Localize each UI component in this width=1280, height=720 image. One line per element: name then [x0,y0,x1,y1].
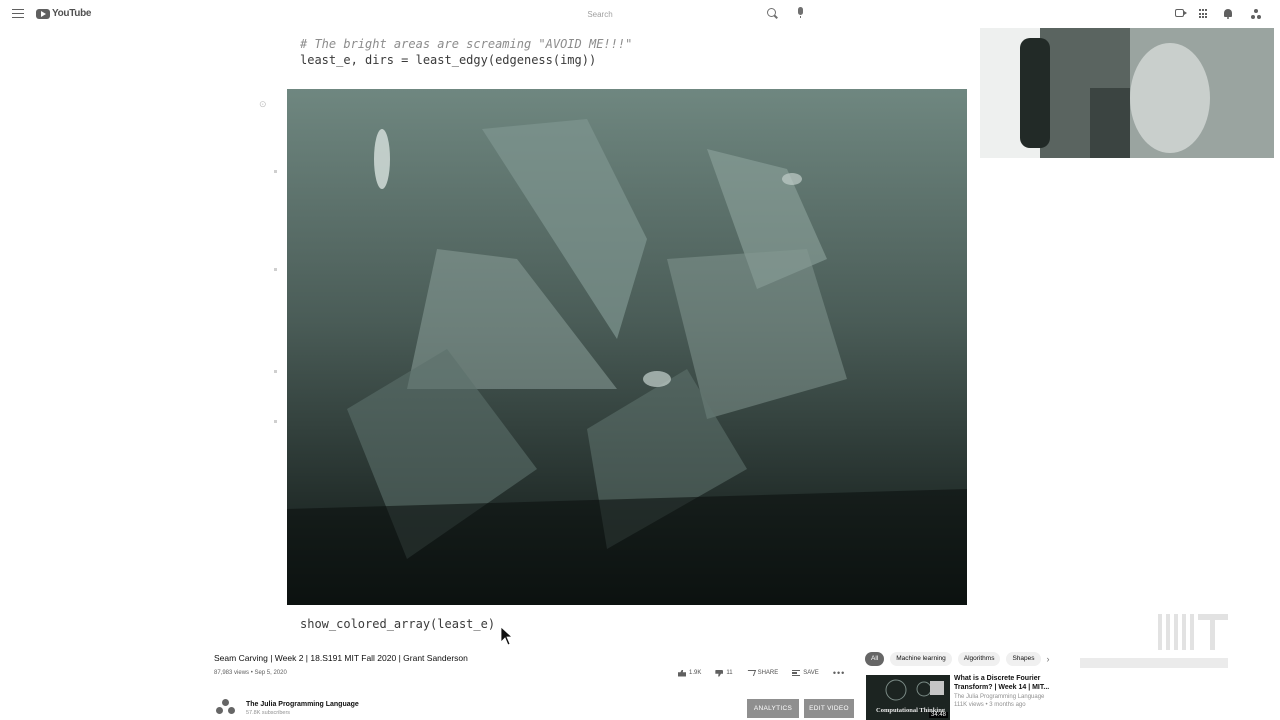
account-icon[interactable] [1251,9,1262,20]
menu-icon[interactable] [12,9,24,18]
video-player[interactable] [287,89,967,605]
cell-gutter-mark [274,170,277,173]
video-title: Seam Carving | Week 2 | 18.S191 MIT Fall… [214,653,468,663]
create-video-icon[interactable] [1175,9,1187,17]
chip-algorithms[interactable]: Algorithms [957,652,1001,666]
share-label: SHARE [757,670,779,676]
recommended-video-title[interactable]: What is a Discrete Fourier Transform? | … [954,675,1064,692]
cell-gutter-mark [274,420,277,423]
webcam-overlay [980,28,1274,158]
save-button[interactable]: SAVE [792,670,819,676]
chip-machine-learning[interactable]: Machine learning [890,652,952,666]
like-count: 1.9K [689,670,702,676]
code-comment-line: # The bright areas are screaming "AVOID … [300,37,633,51]
video-duration: 34:48 [928,712,948,718]
microphone-icon[interactable] [798,7,803,18]
channel-name[interactable]: The Julia Programming Language [246,701,359,708]
recommended-video-meta: 111K views • 3 months ago [954,702,1026,708]
dislike-button[interactable]: 11 [715,669,733,677]
code-bottom-line: show_colored_array(least_e) [300,617,496,631]
chevron-right-icon[interactable]: › [1047,654,1050,664]
share-button[interactable]: SHARE [745,670,779,676]
logo-text: YouTube [52,8,92,19]
cell-gutter-mark [274,268,277,271]
dislike-count: 11 [726,670,733,676]
channel-avatar[interactable] [216,699,236,717]
chip-shapes[interactable]: Shapes [1006,652,1041,666]
thumb-down-icon [715,669,724,677]
search-icon[interactable] [767,8,776,17]
channel-subscribers: 57.8K subscribers [246,710,291,716]
like-button[interactable]: 1.9K [678,669,702,677]
edit-video-button[interactable]: EDIT VIDEO [804,699,854,718]
share-icon [745,670,756,676]
recommended-video-thumbnail[interactable]: Computational Thinking 34:48 [866,675,950,720]
apps-grid-icon[interactable] [1199,9,1209,19]
mouse-cursor-icon [500,626,514,646]
mit-watermark-logo [1080,612,1230,672]
code-line: least_e, dirs = least_edgy(edgeness(img)… [300,53,597,67]
thumb-up-icon [678,669,686,677]
play-logo-icon [36,8,50,19]
energy-map-image [287,89,967,605]
save-playlist-icon [792,670,801,676]
notifications-bell-icon[interactable] [1224,9,1232,19]
cell-gutter-mark [274,370,277,373]
top-bar: YouTube [0,0,1280,28]
analytics-button[interactable]: ANALYTICS [747,699,799,718]
video-views-date: 87,983 views • Sep 5, 2020 [214,670,287,676]
related-filter-chips: All Machine learning Algorithms Shapes › [865,652,1050,666]
save-label: SAVE [803,670,819,676]
chip-all[interactable]: All [865,652,885,666]
recommended-video-channel[interactable]: The Julia Programming Language [954,694,1044,700]
video-actions: 1.9K 11 SHARE SAVE ••• [678,668,845,678]
pin-icon: ⊙ [259,99,267,109]
youtube-logo[interactable]: YouTube [36,8,92,19]
search-input[interactable] [440,6,760,22]
more-actions-icon[interactable]: ••• [833,668,845,678]
